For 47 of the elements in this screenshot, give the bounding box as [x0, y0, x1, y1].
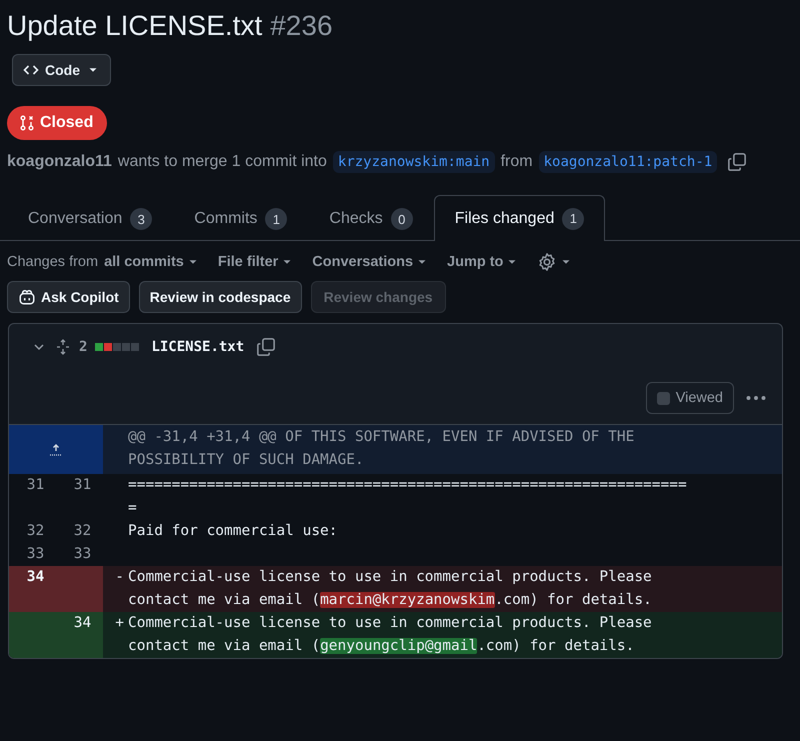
count-badge: 1 [562, 208, 584, 230]
action-button[interactable]: Ask Copilot [7, 281, 130, 313]
code-line: Commercial-use license to use in commercial products. Please contact me via email (genyoungclip@gmail.com) for details. [128, 614, 653, 656]
author-link[interactable]: koagonzalo11 [7, 153, 112, 171]
pr-number: #236 [270, 10, 333, 41]
change-count: 2 [79, 339, 88, 355]
action-button[interactable]: Review in codespace [138, 281, 302, 313]
merge-text: from [500, 153, 533, 171]
code-button[interactable]: Code [12, 54, 111, 86]
viewed-checkbox[interactable]: Viewed [646, 382, 734, 414]
code-line: ================================================================= [128, 476, 687, 518]
code-line: Commercial-use license to use in commercial products. Please contact me via email (marcin@krzyzanowskim.com) for details. [128, 568, 653, 610]
line-number: 31 [72, 476, 92, 495]
filter-dropdown[interactable]: Conversations [312, 254, 430, 270]
count-badge: 3 [130, 208, 152, 230]
filter-dropdown[interactable]: Changes from all commits [7, 254, 200, 270]
line-number: 33 [26, 545, 46, 564]
line-number: 32 [72, 522, 92, 541]
head-branch[interactable]: koagonzalo11:patch-1 [538, 151, 718, 173]
base-branch[interactable]: krzyzanowskim:main [332, 151, 495, 173]
minus-sign: - [114, 568, 125, 587]
expand-up-icon[interactable] [48, 442, 64, 458]
code-line: Paid for commercial use: [128, 522, 338, 541]
line-number: 31 [26, 476, 46, 495]
file-name[interactable]: LICENSE.txt [151, 339, 244, 355]
plus-sign: + [114, 614, 125, 633]
filter-dropdown[interactable]: Jump to [447, 254, 520, 270]
merge-text: wants to merge 1 commit into [118, 153, 327, 171]
line-number: 34 [9, 566, 56, 612]
state-badge: Closed [7, 106, 108, 140]
copy-icon[interactable] [256, 337, 276, 357]
tab[interactable]: Files changed 1 [434, 195, 606, 241]
pull-request-closed-icon [19, 115, 35, 131]
tab[interactable]: Conversation 3 [7, 196, 174, 241]
count-badge: 0 [390, 208, 413, 230]
pr-title: Update LICENSE.txt [7, 10, 262, 41]
filter-dropdown[interactable]: File filter [218, 254, 294, 270]
hunk-header: @@ -31,4 +31,4 @@ OF THIS SOFTWARE, EVEN IF ADVISED OF THE POSSIBILITY OF SUCH DAMAGE. [128, 428, 636, 470]
line-number: 33 [72, 545, 92, 564]
count-badge: 1 [265, 208, 288, 230]
expand-arrows-icon[interactable] [55, 339, 71, 355]
tab[interactable]: Checks 0 [308, 196, 434, 241]
copy-icon[interactable] [727, 152, 748, 172]
settings-icon [537, 252, 558, 272]
tab[interactable]: Commits 1 [173, 196, 308, 241]
line-number: 34 [56, 612, 103, 658]
line-number: 32 [26, 522, 46, 541]
